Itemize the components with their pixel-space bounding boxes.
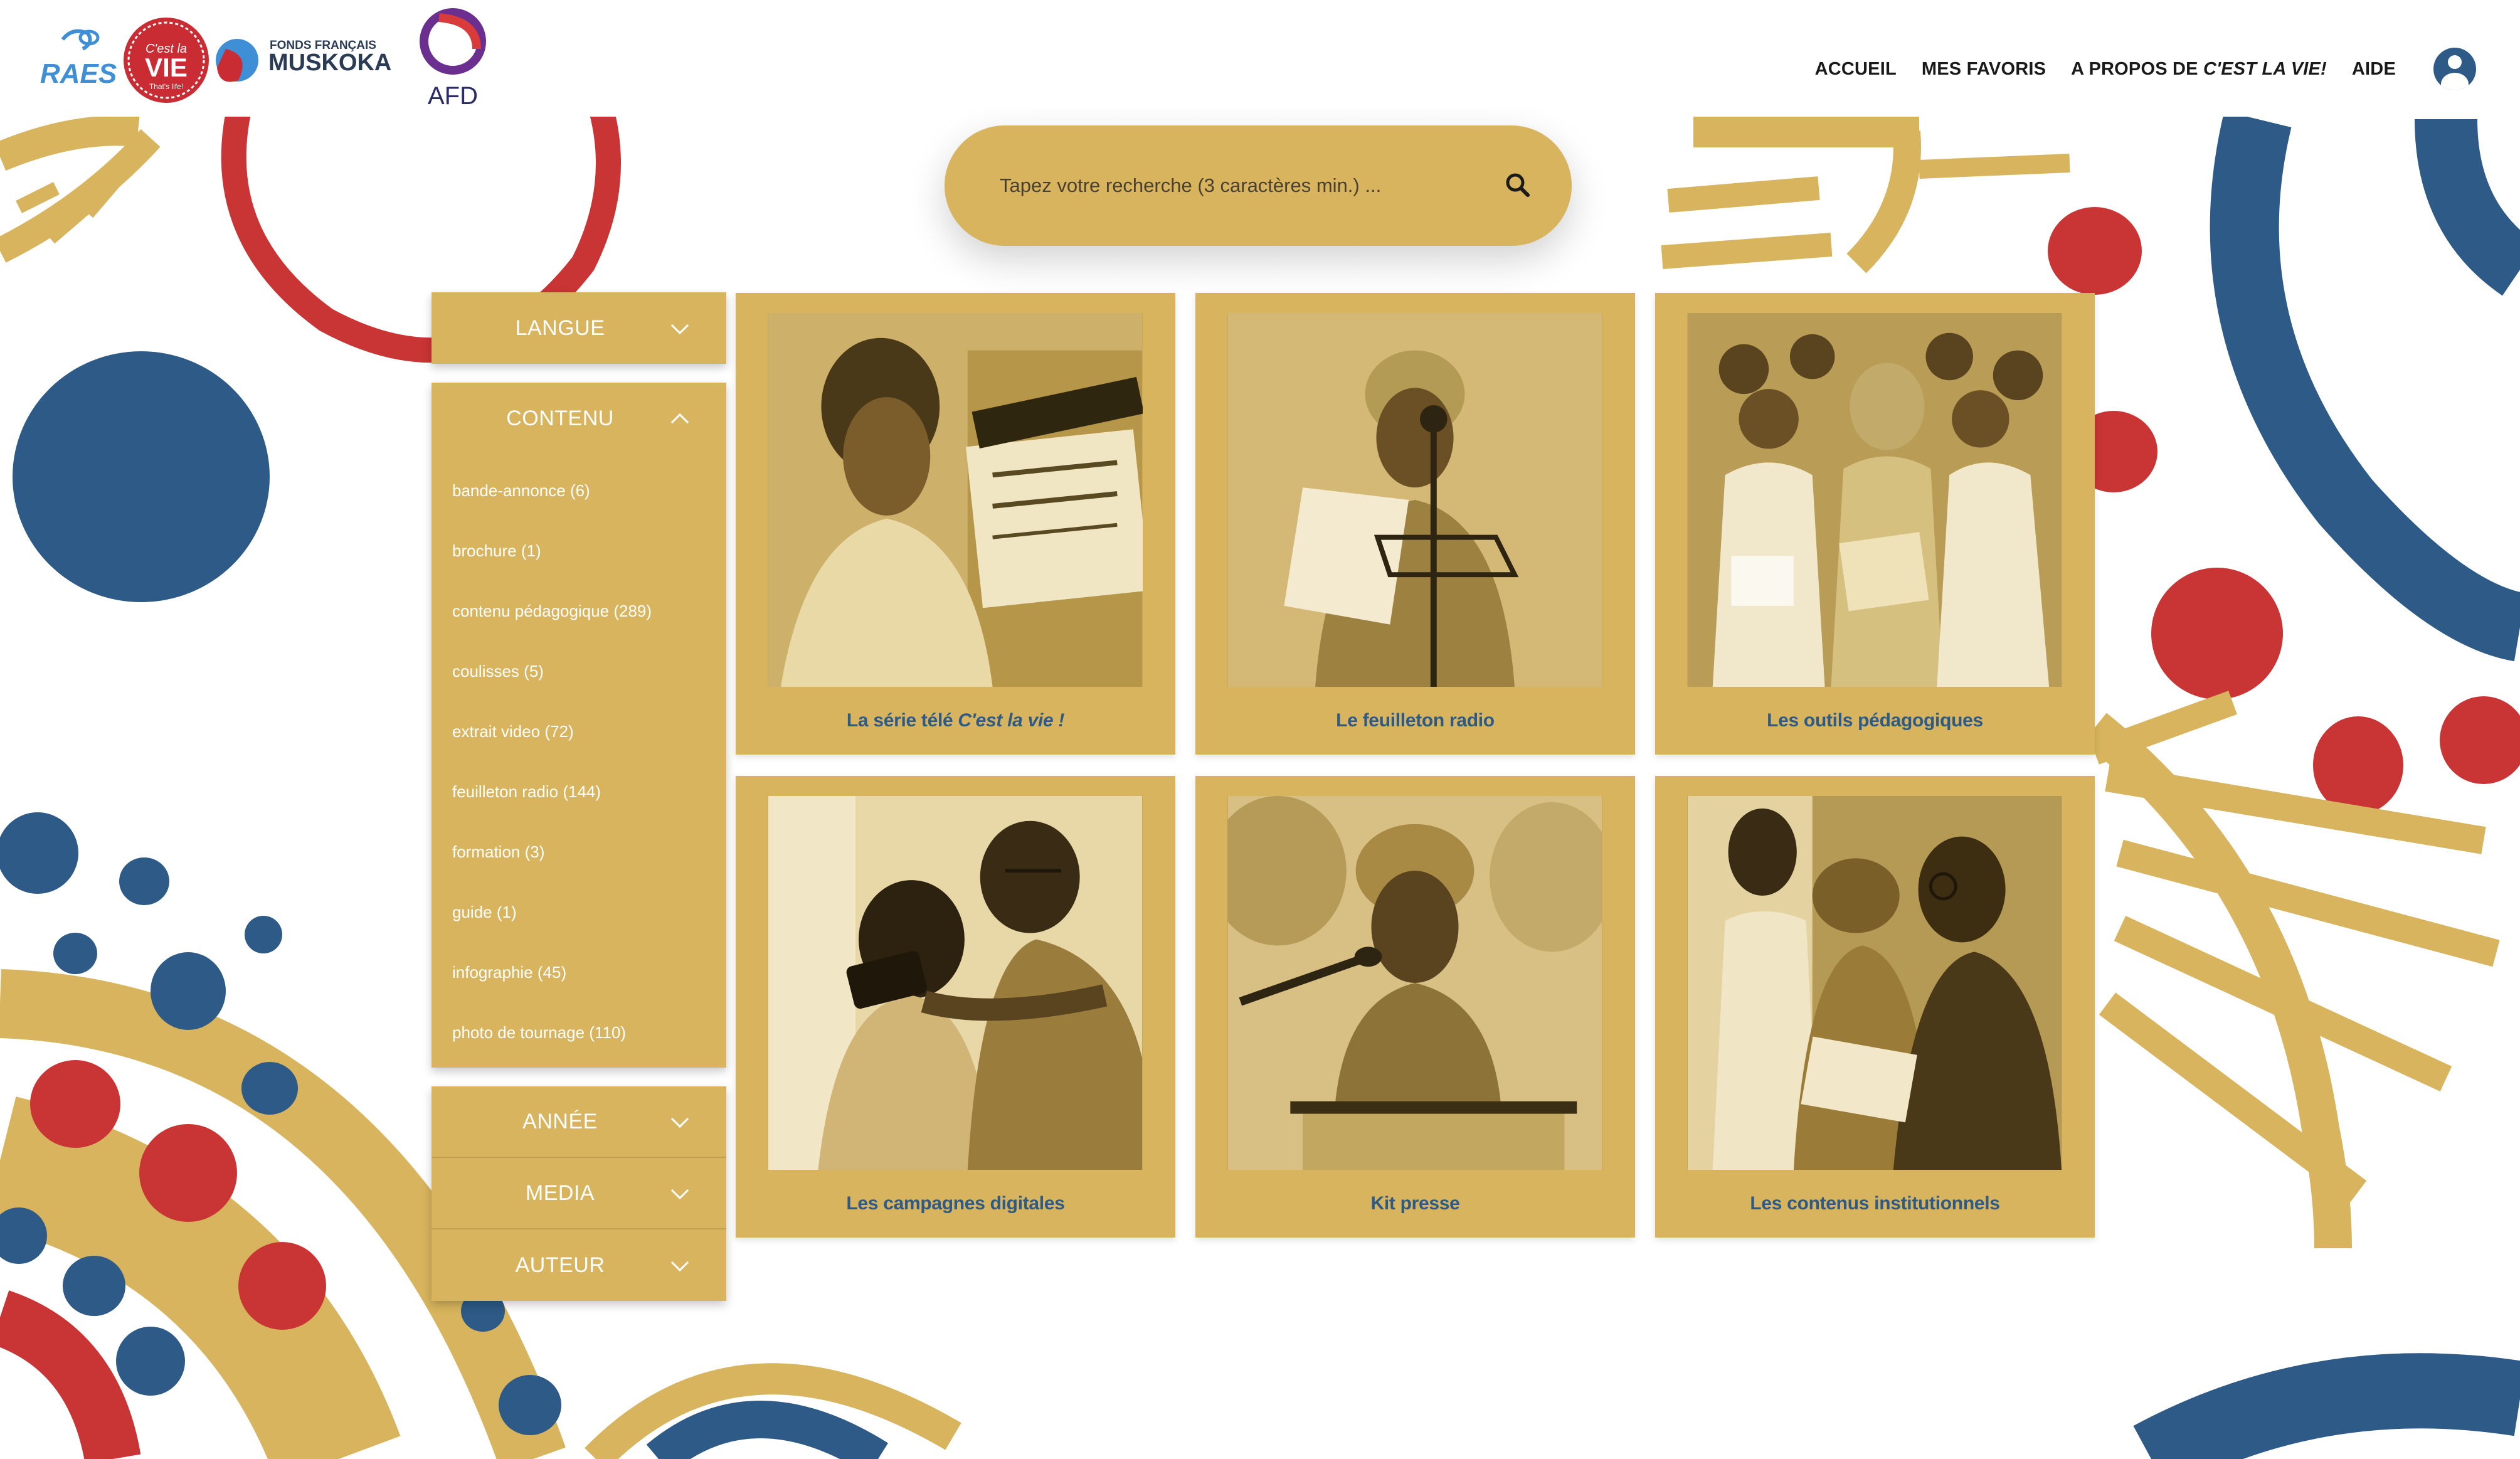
card-title-em: C'est la vie ! [958,710,1065,731]
facet-item[interactable]: coulisses (5) [452,641,726,701]
card-photo [1687,313,2062,687]
muskoka-text: MUSKOKA [268,50,391,76]
contenu-facet-list: bande-annonce (6) brochure (1) contenu p… [431,454,726,1068]
nav-favorites[interactable]: MES FAVORIS [1922,59,2046,80]
facet-item[interactable]: formation (3) [452,822,726,882]
card-title: Les outils pédagogiques [1655,694,2095,747]
card-title-text: Kit presse [1370,1193,1460,1214]
card-title: Les campagnes digitales [736,1177,1175,1230]
nav-home[interactable]: ACCUEIL [1815,59,1897,80]
category-grid: La série télé C'est la vie ! Le feuilleto… [736,293,2095,1238]
filter-media-label: MEDIA [525,1180,595,1205]
card-title: La série télé C'est la vie ! [736,694,1175,747]
facet-item[interactable]: brochure (1) [452,521,726,581]
speaker-photo [1227,796,1602,1170]
card-title-text: Les outils pédagogiques [1767,710,1983,731]
chevron-up-icon [670,413,689,432]
search-input[interactable] [1000,174,1503,197]
magnifier-icon [1506,173,1530,197]
card-kit-presse[interactable]: Kit presse [1195,776,1635,1238]
user-avatar-icon[interactable] [2433,48,2476,90]
chevron-down-icon [670,316,689,335]
institutional-photo [1688,796,2062,1170]
card-photo [768,796,1143,1170]
card-contenus-institutionnels[interactable]: Les contenus institutionnels [1655,776,2095,1238]
facet-item[interactable]: extrait video (72) [452,701,726,761]
facet-item[interactable]: infographie (45) [452,942,726,1002]
filter-langue-toggle[interactable]: LANGUE [431,292,726,364]
filter-annee-label: ANNÉE [522,1109,598,1133]
card-photo [1687,796,2062,1170]
cest-la-vie-tagline: That's life! [149,82,183,91]
filter-langue: LANGUE [431,292,726,364]
filter-langue-label: LANGUE [515,316,605,340]
main-nav: ACCUEIL MES FAVORIS A PROPOS DE C'EST LA… [1815,44,2476,94]
raes-logo-text: RAES [40,58,117,89]
chevron-down-icon [670,1110,689,1128]
filters-sidebar: LANGUE CONTENU bande-annonce (6) brochur… [431,292,726,1301]
card-title-text: Les campagnes digitales [846,1193,1065,1214]
facet-item[interactable]: feuilleton radio (144) [452,761,726,822]
filter-media-toggle[interactable]: MEDIA [431,1158,726,1229]
students-photo [1688,313,2062,687]
top-header: RAES C'est la VIE That's life! FONDS FRA… [0,0,2520,117]
afd-logo[interactable]: AFD [420,8,486,110]
filter-contenu-toggle[interactable]: CONTENU [431,383,726,454]
card-title-text: La série télé [846,710,953,731]
clapperboard-photo [768,313,1143,687]
filter-auteur-toggle[interactable]: AUTEUR [431,1229,726,1301]
phone-photo [768,796,1142,1170]
search-bar [945,125,1572,246]
filter-contenu: CONTENU bande-annonce (6) brochure (1) c… [431,383,726,1068]
filter-annee-toggle[interactable]: ANNÉE [431,1086,726,1158]
card-outils-pedagogiques[interactable]: Les outils pédagogiques [1655,293,2095,755]
filter-group: ANNÉE MEDIA AUTEUR [431,1086,726,1301]
card-campagnes-digitales[interactable]: Les campagnes digitales [736,776,1175,1238]
card-title: Le feuilleton radio [1195,694,1635,747]
card-photo [1227,796,1602,1170]
facet-item[interactable]: bande-annonce (6) [452,460,726,521]
facet-item[interactable]: guide (1) [452,882,726,942]
svg-text:VIE: VIE [145,53,188,82]
raes-logo[interactable]: RAES [40,29,117,89]
card-title: Kit presse [1195,1177,1635,1230]
nav-about-brand: C'EST LA VIE! [2203,58,2327,79]
card-photo [1227,313,1602,687]
filter-auteur-label: AUTEUR [515,1253,605,1277]
facet-item[interactable]: photo de tournage (110) [452,1002,726,1063]
radio-studio-photo [1228,313,1602,687]
card-title-text: Les contenus institutionnels [1750,1193,2000,1214]
nav-help[interactable]: AIDE [2352,59,2396,80]
filter-contenu-label: CONTENU [506,406,614,430]
card-photo [768,313,1143,687]
nav-about-prefix: A PROPOS DE [2071,58,2203,79]
chevron-down-icon [670,1253,689,1272]
search-button[interactable] [1503,170,1534,201]
cest-la-vie-logo[interactable]: C'est la VIE That's life! [124,18,209,103]
nav-about[interactable]: A PROPOS DE C'EST LA VIE! [2071,59,2327,80]
chevron-down-icon [670,1181,689,1200]
facet-item[interactable]: contenu pédagogique (289) [452,581,726,641]
card-feuilleton-radio[interactable]: Le feuilleton radio [1195,293,1635,755]
card-title-text: Le feuilleton radio [1336,710,1495,731]
partner-logos: RAES C'est la VIE That's life! FONDS FRA… [40,8,486,110]
muskoka-logo[interactable]: FONDS FRANÇAIS MUSKOKA [216,39,391,82]
card-title: Les contenus institutionnels [1655,1177,2095,1230]
afd-text: AFD [428,82,478,110]
card-serie-tele[interactable]: La série télé C'est la vie ! [736,293,1175,755]
